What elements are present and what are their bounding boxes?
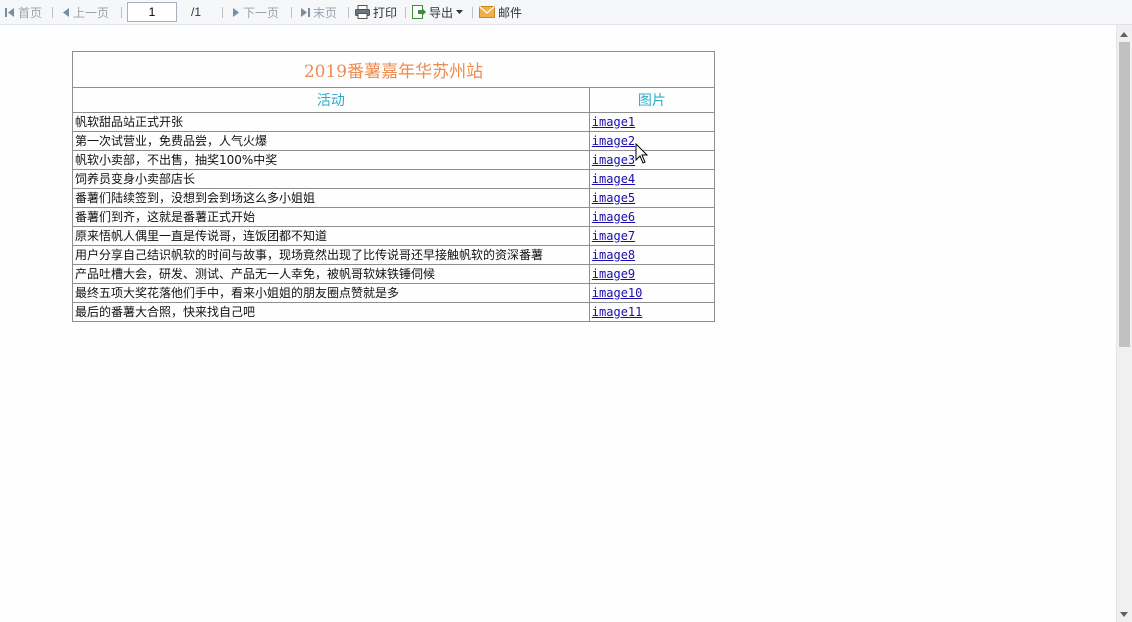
report-canvas: 2019番薯嘉年华苏州站 活动 图片 帆软甜品站正式开张 image1 第一次试… bbox=[0, 25, 1116, 622]
prev-page-label: 上一页 bbox=[73, 5, 110, 20]
image-link[interactable]: image8 bbox=[592, 248, 635, 262]
activity-cell: 番薯们陆续签到，没想到会到场这么多小姐姐 bbox=[72, 188, 590, 208]
last-page-icon bbox=[301, 7, 310, 17]
report-toolbar: 首页 上一页 /1 下一页 末页 打印 bbox=[0, 0, 1132, 25]
image-cell: image2 bbox=[588, 131, 716, 151]
image-cell: image3 bbox=[588, 150, 716, 170]
activity-cell: 帆软小卖部，不出售，抽奖100%中奖 bbox=[72, 150, 590, 170]
image-link[interactable]: image3 bbox=[592, 153, 635, 167]
export-icon bbox=[412, 4, 426, 19]
image-link[interactable]: image1 bbox=[592, 115, 635, 129]
scroll-up-arrow-icon[interactable] bbox=[1120, 32, 1128, 37]
report-title: 2019番薯嘉年华苏州站 bbox=[72, 51, 715, 88]
image-link[interactable]: image6 bbox=[592, 210, 635, 224]
activity-cell: 产品吐槽大会，研发、测试、产品无一人幸免，被帆哥软妹铁锤伺候 bbox=[72, 264, 590, 284]
mail-icon bbox=[479, 6, 495, 18]
table-row: 最后的番薯大合照，快来找自己吧 image11 bbox=[72, 302, 716, 322]
vertical-scrollbar[interactable] bbox=[1116, 25, 1132, 622]
toolbar-divider bbox=[121, 7, 122, 18]
image-cell: image11 bbox=[588, 302, 716, 322]
prev-page-icon bbox=[63, 7, 69, 17]
table-row: 帆软甜品站正式开张 image1 bbox=[72, 112, 716, 132]
toolbar-divider bbox=[52, 7, 53, 18]
table-row: 用户分享自己结识帆软的时间与故事，现场竟然出现了比传说哥还早接触帆软的资深番薯 … bbox=[72, 245, 716, 265]
column-header-activity: 活动 bbox=[72, 87, 590, 113]
activity-cell: 最终五项大奖花落他们手中，看来小姐姐的朋友圈点赞就是多 bbox=[72, 283, 590, 303]
image-cell: image1 bbox=[588, 112, 716, 132]
image-link[interactable]: image2 bbox=[592, 134, 635, 148]
activity-cell: 番薯们到齐，这就是番薯正式开始 bbox=[72, 207, 590, 227]
toolbar-divider bbox=[348, 7, 349, 18]
table-row: 最终五项大奖花落他们手中，看来小姐姐的朋友圈点赞就是多 image10 bbox=[72, 283, 716, 303]
printer-icon bbox=[355, 5, 370, 19]
column-header-image: 图片 bbox=[588, 87, 716, 113]
table-row: 番薯们到齐，这就是番薯正式开始 image6 bbox=[72, 207, 716, 227]
activity-cell: 帆软甜品站正式开张 bbox=[72, 112, 590, 132]
image-link[interactable]: image10 bbox=[592, 286, 643, 300]
chevron-down-icon bbox=[456, 9, 464, 14]
table-row: 第一次试营业，免费品尝，人气火爆 image2 bbox=[72, 131, 716, 151]
image-link[interactable]: image9 bbox=[592, 267, 635, 281]
last-page-label: 末页 bbox=[313, 5, 338, 20]
table-row: 原来悟帆人偶里一直是传说哥，连饭团都不知道 image7 bbox=[72, 226, 716, 246]
activity-cell: 最后的番薯大合照，快来找自己吧 bbox=[72, 302, 590, 322]
image-cell: image5 bbox=[588, 188, 716, 208]
image-cell: image9 bbox=[588, 264, 716, 284]
next-page-icon bbox=[233, 7, 239, 17]
scroll-down-arrow-icon[interactable] bbox=[1120, 612, 1128, 617]
toolbar-divider bbox=[405, 7, 406, 18]
table-row: 饲养员变身小卖部店长 image4 bbox=[72, 169, 716, 189]
image-cell: image8 bbox=[588, 245, 716, 265]
toolbar-divider bbox=[472, 7, 473, 18]
next-page-label: 下一页 bbox=[243, 5, 280, 20]
report-table: 2019番薯嘉年华苏州站 活动 图片 帆软甜品站正式开张 image1 第一次试… bbox=[72, 51, 716, 322]
image-link[interactable]: image4 bbox=[592, 172, 635, 186]
page-total: /1 bbox=[191, 5, 202, 19]
export-button[interactable]: 导出 bbox=[412, 0, 464, 24]
last-page-button[interactable]: 末页 bbox=[300, 0, 337, 24]
activity-cell: 第一次试营业，免费品尝，人气火爆 bbox=[72, 131, 590, 151]
export-label: 导出 bbox=[429, 5, 454, 20]
table-row: 番薯们陆续签到，没想到会到场这么多小姐姐 image5 bbox=[72, 188, 716, 208]
image-link[interactable]: image7 bbox=[592, 229, 635, 243]
toolbar-divider bbox=[222, 7, 223, 18]
prev-page-button[interactable]: 上一页 bbox=[62, 0, 109, 24]
print-label: 打印 bbox=[373, 5, 398, 20]
first-page-label: 首页 bbox=[18, 5, 43, 20]
activity-cell: 用户分享自己结识帆软的时间与故事，现场竟然出现了比传说哥还早接触帆软的资深番薯 bbox=[72, 245, 590, 265]
page-number-input[interactable] bbox=[127, 2, 177, 22]
table-row: 产品吐槽大会，研发、测试、产品无一人幸免，被帆哥软妹铁锤伺候 image9 bbox=[72, 264, 716, 284]
mail-button[interactable]: 邮件 bbox=[479, 0, 522, 24]
image-link[interactable]: image11 bbox=[592, 305, 643, 319]
first-page-button[interactable]: 首页 bbox=[5, 0, 42, 24]
image-link[interactable]: image5 bbox=[592, 191, 635, 205]
next-page-button[interactable]: 下一页 bbox=[232, 0, 279, 24]
image-cell: image7 bbox=[588, 226, 716, 246]
first-page-icon bbox=[5, 7, 14, 17]
image-cell: image10 bbox=[588, 283, 716, 303]
image-cell: image4 bbox=[588, 169, 716, 189]
mail-label: 邮件 bbox=[498, 5, 523, 20]
toolbar-divider bbox=[291, 7, 292, 18]
activity-cell: 原来悟帆人偶里一直是传说哥，连饭团都不知道 bbox=[72, 226, 590, 246]
activity-cell: 饲养员变身小卖部店长 bbox=[72, 169, 590, 189]
scrollbar-thumb[interactable] bbox=[1119, 42, 1130, 347]
print-button[interactable]: 打印 bbox=[355, 0, 397, 24]
mouse-cursor-icon bbox=[635, 143, 649, 164]
image-cell: image6 bbox=[588, 207, 716, 227]
table-row: 帆软小卖部，不出售，抽奖100%中奖 image3 bbox=[72, 150, 716, 170]
